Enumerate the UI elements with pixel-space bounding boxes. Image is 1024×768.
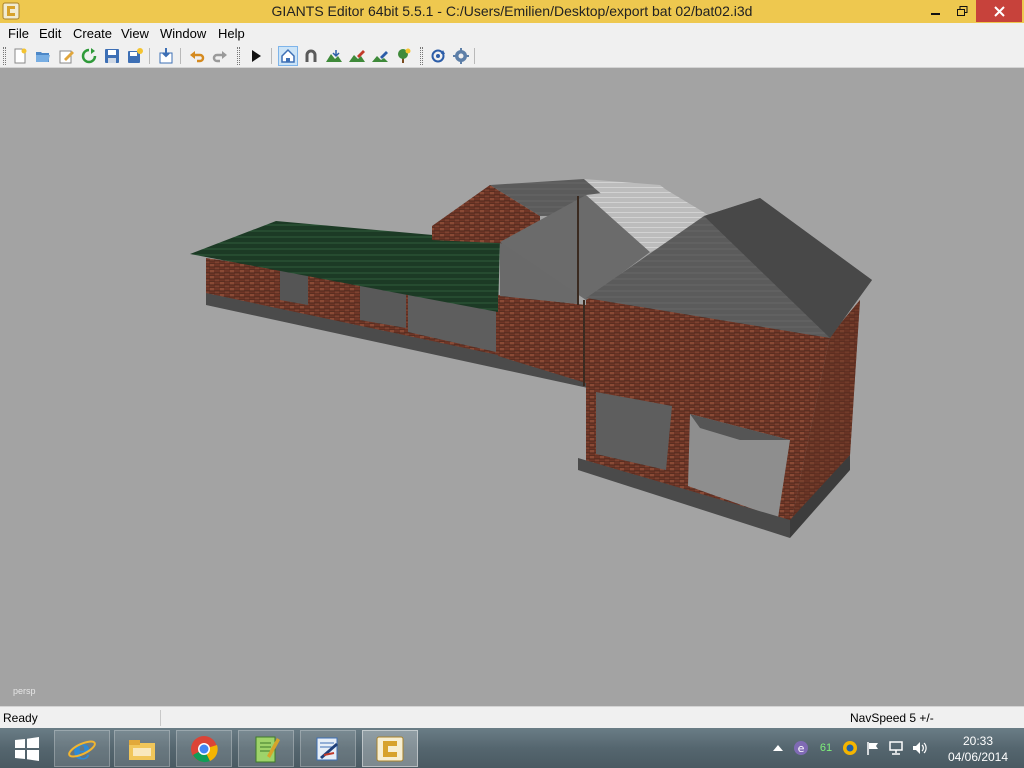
- internet-explorer-icon[interactable]: e: [54, 730, 110, 767]
- toolbar-grip[interactable]: [420, 47, 423, 65]
- clock-time[interactable]: 20:33: [948, 734, 1008, 748]
- rotate-camera-icon[interactable]: [428, 46, 448, 66]
- terrain-sculpt-icon[interactable]: [324, 46, 344, 66]
- volume-icon[interactable]: [912, 740, 928, 756]
- paint-icon[interactable]: [347, 46, 367, 66]
- sync-icon[interactable]: [842, 740, 858, 756]
- play-icon[interactable]: [246, 46, 266, 66]
- network-icon[interactable]: [888, 740, 904, 756]
- open-file-icon[interactable]: [33, 46, 53, 66]
- restore-button[interactable]: [950, 0, 974, 22]
- close-icon: [993, 5, 1005, 17]
- toolbar-separator: [180, 48, 181, 64]
- camera-label: persp: [13, 686, 36, 696]
- menu-help[interactable]: Help: [218, 26, 245, 41]
- taskbar: e e 61 20:33 04/06/2014: [0, 728, 1024, 768]
- toolbar: [0, 43, 1024, 68]
- windows-logo-icon: [15, 736, 39, 761]
- action-center-flag-icon[interactable]: [865, 740, 881, 756]
- refresh-icon[interactable]: [79, 46, 99, 66]
- close-button[interactable]: [976, 0, 1022, 22]
- giants-editor-icon[interactable]: [362, 730, 418, 767]
- editor-tool-icon[interactable]: [300, 730, 356, 767]
- foliage-paint-icon[interactable]: [370, 46, 390, 66]
- file-explorer-icon[interactable]: [114, 730, 170, 767]
- clock-date[interactable]: 04/06/2014: [942, 750, 1014, 764]
- notepad-plus-plus-icon[interactable]: [238, 730, 294, 767]
- edit-file-icon[interactable]: [56, 46, 76, 66]
- menu-edit[interactable]: Edit: [39, 26, 61, 41]
- navspeed-indicator: NavSpeed 5 +/-: [850, 711, 934, 725]
- place-tree-icon[interactable]: [393, 46, 413, 66]
- menu-create[interactable]: Create: [73, 26, 112, 41]
- magnet-icon[interactable]: [301, 46, 321, 66]
- gpu-temp-icon[interactable]: 61: [816, 740, 836, 756]
- save-as-icon[interactable]: [125, 46, 145, 66]
- toolbar-separator: [474, 48, 475, 64]
- menu-bar: File Edit Create View Window Help: [0, 23, 1024, 43]
- start-button[interactable]: [0, 730, 54, 767]
- show-hidden-icons[interactable]: [770, 740, 786, 756]
- save-icon[interactable]: [102, 46, 122, 66]
- camera-settings-icon[interactable]: [451, 46, 471, 66]
- window-title: GIANTS Editor 64bit 5.5.1 - C:/Users/Emi…: [271, 3, 753, 19]
- torrent-icon[interactable]: e: [793, 740, 809, 756]
- status-text: Ready: [3, 711, 38, 725]
- scene-render: [190, 179, 872, 538]
- menu-file[interactable]: File: [8, 26, 29, 41]
- 3d-viewport[interactable]: persp: [0, 69, 1024, 706]
- menu-view[interactable]: View: [121, 26, 149, 41]
- chrome-icon[interactable]: [176, 730, 232, 767]
- toolbar-grip[interactable]: [237, 47, 240, 65]
- redo-icon[interactable]: [210, 46, 230, 66]
- toolbar-separator: [271, 48, 272, 64]
- status-bar: Ready NavSpeed 5 +/-: [0, 706, 1024, 728]
- toolbar-separator: [149, 48, 150, 64]
- import-icon[interactable]: [156, 46, 176, 66]
- new-file-icon[interactable]: [10, 46, 30, 66]
- undo-icon[interactable]: [187, 46, 207, 66]
- title-bar[interactable]: GIANTS Editor 64bit 5.5.1 - C:/Users/Emi…: [0, 0, 1024, 23]
- svg-text:e: e: [73, 734, 91, 764]
- toolbar-grip[interactable]: [3, 47, 6, 65]
- menu-window[interactable]: Window: [160, 26, 206, 41]
- minimize-button[interactable]: [924, 0, 948, 22]
- status-divider: [160, 710, 161, 726]
- select-mode-icon[interactable]: [278, 46, 298, 66]
- svg-text:e: e: [798, 742, 805, 755]
